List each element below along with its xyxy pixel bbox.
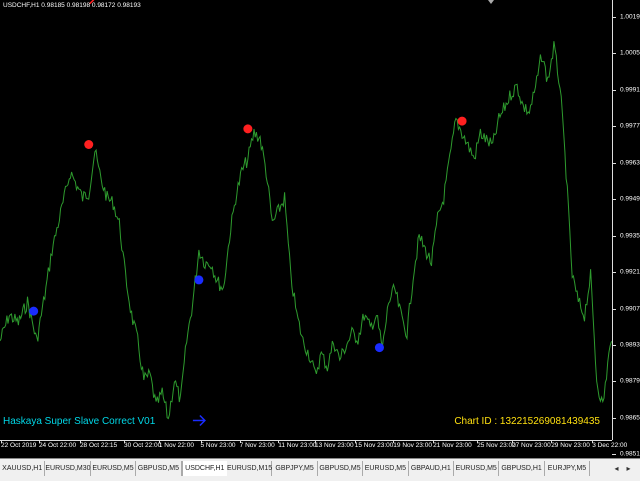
- price-tick: [612, 162, 616, 164]
- time-axis: [0, 440, 612, 441]
- time-tick-label: 11 Nov 23:00: [278, 442, 317, 449]
- shift-marker-icon[interactable]: [488, 0, 494, 4]
- time-tick-label: 15 Nov 23:00: [354, 442, 394, 449]
- price-tick-label: 0.99495: [620, 195, 640, 203]
- chart-tab-xauusd-h1[interactable]: XAUUSD,H1: [0, 461, 46, 476]
- price-tick: [612, 199, 616, 201]
- sell-signal-dot[interactable]: [84, 139, 94, 149]
- price-tick-label: 1.00195: [620, 13, 640, 21]
- sell-signal-dot[interactable]: [243, 124, 253, 134]
- buy-signal-dot[interactable]: [374, 343, 384, 353]
- price-tick-label: 0.99775: [620, 122, 640, 130]
- time-tick-label: 29 Nov 23:00: [551, 442, 590, 449]
- price-tick: [612, 381, 616, 383]
- price-axis: [612, 0, 613, 440]
- time-tick-label: 28 Oct 22:15: [79, 442, 118, 449]
- chart-tab-eurusd-m30[interactable]: EURUSD,M30: [45, 461, 91, 476]
- time-tick-label: 5 Nov 23:00: [200, 442, 236, 449]
- time-tick-label: 21 Nov 23:00: [433, 442, 472, 449]
- chart-tab-usdchf-h1[interactable]: USDCHF,H1: [181, 461, 228, 476]
- tab-scroll-left-icon[interactable]: ◂: [612, 461, 621, 476]
- time-tick-label: 19 Nov 23:00: [393, 442, 432, 449]
- sell-signal-dot[interactable]: [457, 116, 467, 126]
- time-tick-label: 3 Dec 22:00: [592, 442, 628, 449]
- time-tick-label: 27 Nov 23:00: [512, 442, 551, 449]
- chart-tab-gbpusd-h1[interactable]: GBPUSD,H1: [499, 461, 545, 476]
- price-tick: [612, 272, 616, 274]
- chart-tab-eurusd-m5[interactable]: EURUSD,M5: [363, 461, 409, 476]
- time-tick-label: 22 Oct 2019: [1, 442, 37, 449]
- price-tick: [612, 126, 616, 128]
- chart-tab-bar: XAUUSD,H1 EURUSD,M30 EURUSD,M5 GBPUSD,M5 USD…: [0, 458, 640, 481]
- buy-signal-dot[interactable]: [194, 275, 204, 285]
- price-tick-label: 0.99355: [620, 232, 640, 240]
- quote-values: 0.98185 0.98198 0.98172 0.98193: [41, 2, 141, 9]
- price-series-line: [0, 41, 612, 420]
- chart-tab-eurusd-m15[interactable]: EURUSD,M15: [227, 461, 273, 476]
- price-tick-label: 0.98515: [620, 450, 640, 458]
- time-tick-label: 1 Nov 22:00: [158, 442, 194, 449]
- price-tick-label: 0.98655: [620, 414, 640, 422]
- chart-tab-eurusd-m5[interactable]: EURUSD,M5: [90, 461, 137, 476]
- price-tick: [612, 53, 616, 55]
- price-tick-label: 0.98795: [620, 377, 640, 385]
- price-chart[interactable]: [0, 0, 612, 440]
- price-tick: [612, 344, 616, 346]
- buy-signal-dot[interactable]: [29, 306, 39, 316]
- price-tick: [612, 417, 616, 419]
- symbol-header: USDCHF,H1 0.98185 0.98198 0.98172 0.9819…: [3, 2, 141, 9]
- price-tick: [612, 16, 616, 18]
- chart-tab-gbpjpy-m5[interactable]: GBPJPY,M5: [272, 461, 318, 476]
- indicator-name: Haskaya Super Slave Correct V01: [3, 416, 156, 427]
- chart-id-label: Chart ID : 132215269081439435: [454, 416, 600, 427]
- price-tick-label: 1.00055: [620, 49, 640, 57]
- price-tick-label: 0.99915: [620, 86, 640, 94]
- chart-tab-eurusd-m5[interactable]: EURUSD,M5: [454, 461, 500, 476]
- buy-arrow-icon[interactable]: [192, 414, 206, 427]
- price-tick-label: 0.98935: [620, 341, 640, 349]
- chart-tab-gbpaud-h1[interactable]: GBPAUD,H1: [408, 461, 454, 476]
- chart-tab-eurjpy-m5[interactable]: EURJPY,M5: [544, 461, 591, 476]
- price-tick-label: 0.99635: [620, 159, 640, 167]
- price-tick: [612, 454, 616, 456]
- chart-tab-gbpusd-m5[interactable]: GBPUSD,M5: [136, 461, 182, 476]
- time-tick-label: 24 Oct 22:00: [38, 442, 77, 449]
- chart-area[interactable]: USDCHF,H1 0.98185 0.98198 0.98172 0.9819…: [0, 0, 640, 458]
- price-tick-label: 0.99215: [620, 268, 640, 276]
- time-tick-label: 7 Nov 23:00: [239, 442, 275, 449]
- time-tick-label: 25 Nov 23:00: [477, 442, 516, 449]
- symbol-name: USDCHF,H1: [3, 2, 40, 9]
- tab-scroll-right-icon[interactable]: ▸: [624, 461, 633, 476]
- price-tick: [612, 308, 616, 310]
- time-tick-label: 13 Nov 23:00: [314, 442, 354, 449]
- price-tick: [612, 235, 616, 237]
- time-tick-label: 30 Oct 22:00: [124, 442, 162, 449]
- chart-tab-gbpusd-m5[interactable]: GBPUSD,M5: [317, 461, 364, 476]
- price-tick-label: 0.99075: [620, 305, 640, 313]
- price-tick: [612, 89, 616, 91]
